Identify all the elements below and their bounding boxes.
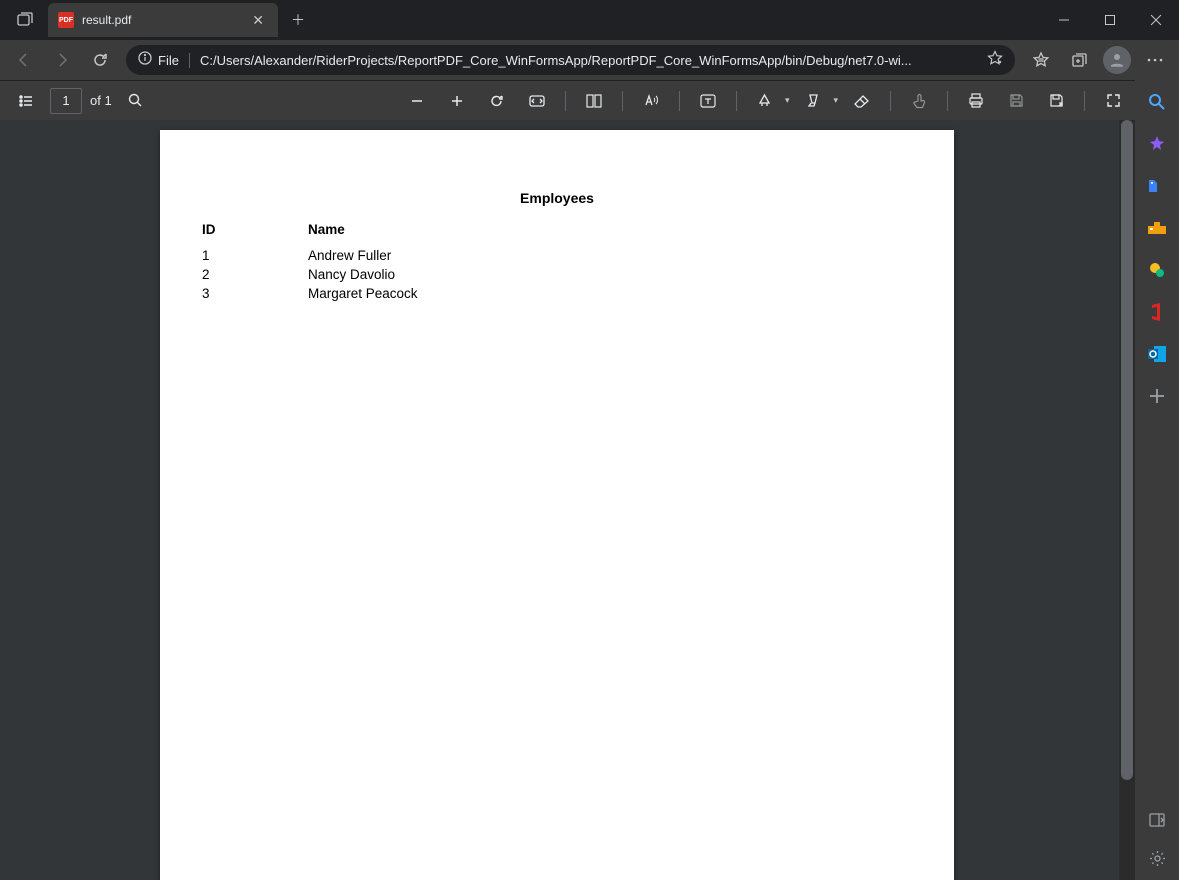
cell-id: 2 [202,266,306,283]
pdf-page: Employees ID Name 1Andrew Fuller 2Nancy … [160,130,954,880]
sidebar-settings-icon[interactable] [1145,846,1169,870]
address-toolbar: File C:/Users/Alexander/RiderProjects/Re… [0,40,1179,80]
toolbar-separator [622,91,623,111]
sidebar-shopping-icon[interactable] [1145,174,1169,198]
window-maximize-button[interactable] [1087,0,1133,40]
page-number-input[interactable] [50,88,82,114]
read-aloud-button[interactable] [635,85,667,117]
cell-name: Margaret Peacock [308,285,418,302]
toolbar-separator [947,91,948,111]
erase-button[interactable] [846,85,878,117]
rotate-button[interactable] [481,85,513,117]
url-text: C:/Users/Alexander/RiderProjects/ReportP… [200,53,981,68]
toolbar-separator [1084,91,1085,111]
table-row: 3Margaret Peacock [202,285,418,302]
table-row: 1Andrew Fuller [202,247,418,264]
menu-button[interactable] [1137,44,1173,76]
toolbar-separator [890,91,891,111]
sidebar-tools-icon[interactable] [1145,216,1169,240]
nav-back-button[interactable] [6,44,42,76]
new-tab-button[interactable]: ＋ [284,6,312,34]
tab-title: result.pdf [82,13,248,27]
save-as-button[interactable] [1040,85,1072,117]
cell-name: Nancy Davolio [308,266,418,283]
table-row: 2Nancy Davolio [202,266,418,283]
url-scheme: File [158,53,190,68]
fullscreen-button[interactable] [1097,85,1129,117]
sidebar-game-icon[interactable] [1145,258,1169,282]
find-button[interactable] [120,85,152,117]
document-title: Employees [200,190,914,206]
cell-id: 1 [202,247,306,264]
nav-forward-button[interactable] [44,44,80,76]
pdf-favicon-icon: PDF [58,12,74,28]
zoom-in-button[interactable] [441,85,473,117]
edge-sidebar [1135,80,1179,880]
cell-id: 3 [202,285,306,302]
print-button[interactable] [960,85,992,117]
sidebar-collapse-icon[interactable] [1145,808,1169,832]
page-view-button[interactable] [578,85,610,117]
tab-actions-button[interactable] [8,4,42,36]
toolbar-separator [565,91,566,111]
sidebar-office-icon[interactable] [1145,300,1169,324]
cell-name: Andrew Fuller [308,247,418,264]
pdf-toolbar: of 1 ▾ ▾ [0,80,1179,120]
sidebar-search-icon[interactable] [1145,90,1169,114]
pdf-viewer[interactable]: Employees ID Name 1Andrew Fuller 2Nancy … [0,120,1135,880]
scrollbar-thumb[interactable] [1121,120,1133,780]
scrollbar-track[interactable] [1119,120,1135,880]
chevron-down-icon[interactable]: ▾ [833,95,838,106]
zoom-out-button[interactable] [401,85,433,117]
page-count-label: of 1 [90,93,112,108]
employees-table: ID Name 1Andrew Fuller 2Nancy Davolio 3M… [200,220,420,304]
draw-button[interactable] [749,85,781,117]
tab-close-button[interactable]: ✕ [248,10,268,31]
site-info-icon[interactable] [138,51,152,70]
toolbar-separator [736,91,737,111]
profile-avatar-button[interactable] [1103,46,1131,74]
toolbar-separator [679,91,680,111]
nav-reload-button[interactable] [82,44,118,76]
favorite-star-icon[interactable] [987,50,1003,71]
sidebar-outlook-icon[interactable] [1145,342,1169,366]
chevron-down-icon[interactable]: ▾ [785,95,790,106]
column-header-id: ID [202,222,306,245]
window-minimize-button[interactable] [1041,0,1087,40]
window-close-button[interactable] [1133,0,1179,40]
address-bar[interactable]: File C:/Users/Alexander/RiderProjects/Re… [126,45,1015,75]
favorites-button[interactable] [1023,44,1059,76]
touch-button[interactable] [903,85,935,117]
browser-tab[interactable]: PDF result.pdf ✕ [48,3,278,37]
save-button[interactable] [1000,85,1032,117]
collections-button[interactable] [1061,44,1097,76]
sidebar-copilot-icon[interactable] [1145,132,1169,156]
window-titlebar: PDF result.pdf ✕ ＋ [0,0,1179,40]
fit-page-button[interactable] [521,85,553,117]
toggle-sidebar-button[interactable] [10,85,42,117]
add-text-button[interactable] [692,85,724,117]
sidebar-add-icon[interactable] [1145,384,1169,408]
highlight-button[interactable] [797,85,829,117]
column-header-name: Name [308,222,418,245]
